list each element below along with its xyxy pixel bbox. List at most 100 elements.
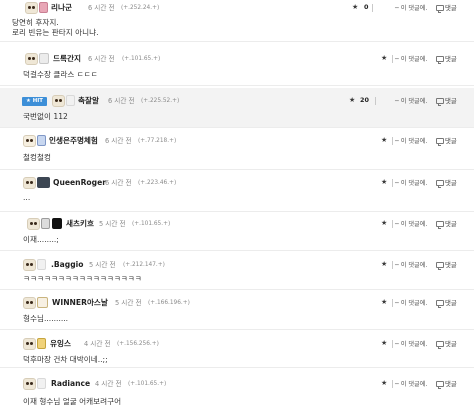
ip-address: (+.225.52.+) xyxy=(141,98,180,104)
reply-to-comment-link[interactable]: ─ 이 댓글에. xyxy=(395,55,427,64)
level-badge-icon xyxy=(37,259,46,270)
chat-icon[interactable] xyxy=(436,180,444,188)
reply-to-comment-link[interactable]: ─ 이 댓글에. xyxy=(395,179,427,188)
comment-header: 드록간지 6 시간 전 (+.101.65.+) ★ ─ 이 댓글에. 댓글 xyxy=(0,51,474,67)
chat-icon[interactable] xyxy=(436,138,444,146)
avatar[interactable] xyxy=(25,53,38,65)
reply-button[interactable]: 댓글 xyxy=(445,55,457,64)
chat-icon[interactable] xyxy=(436,381,444,389)
nickname[interactable]: WINNER아스날 xyxy=(52,298,108,308)
reply-to-comment-link[interactable]: ─ 이 댓글에. xyxy=(395,4,427,13)
reply-button[interactable]: 댓글 xyxy=(445,179,457,188)
ip-address: (+.156.256.+) xyxy=(117,341,159,347)
comment-header: .Baggio 5 시간 전 (+.212.147.+) ★ ─ 이 댓글에. … xyxy=(0,257,474,273)
chat-icon[interactable] xyxy=(436,56,444,64)
avatar[interactable] xyxy=(23,259,36,271)
ip-address: (+.101.65.+) xyxy=(122,56,161,62)
comment-item: WINNER아스날 5 시간 전 (+.166.196.+) ★ ─ 이 댓글에… xyxy=(0,292,474,330)
avatar[interactable] xyxy=(52,95,65,107)
nickname[interactable]: Radiance xyxy=(51,379,90,389)
timestamp: 4 시간 전 xyxy=(95,380,122,388)
separator xyxy=(392,380,393,388)
comment-item: Radiance 4 시간 전 (+.101.65.+) ★ ─ 이 댓글에. … xyxy=(0,372,474,415)
comment-list: 리나군 6 시간 전 (+.252.24.+) ★ 0 ─ 이 댓글에. 댓글 … xyxy=(0,0,474,415)
ip-address: (+.77.218.+) xyxy=(138,138,177,144)
reply-button[interactable]: 댓글 xyxy=(445,340,457,349)
comment-header: QueenRoger 6 시간 전 (+.223.46.+) ★ ─ 이 댓글에… xyxy=(0,175,474,191)
nickname[interactable]: 유잉스 xyxy=(50,339,71,349)
timestamp: 6 시간 전 xyxy=(88,4,115,12)
chat-icon[interactable] xyxy=(436,262,444,270)
recommend-star-icon[interactable]: ★ xyxy=(381,379,387,388)
level-badge-icon xyxy=(39,2,48,13)
nickname[interactable]: 리나군 xyxy=(51,3,72,13)
nickname[interactable]: 드록간지 xyxy=(53,54,81,64)
comment-header: WINNER아스날 5 시간 전 (+.166.196.+) ★ ─ 이 댓글에… xyxy=(0,295,474,311)
level-badge-icon xyxy=(37,297,48,308)
reply-button[interactable]: 댓글 xyxy=(445,261,457,270)
comment-header: ★ HIT 축잘알 6 시간 전 (+.225.52.+) ★ 20 ─ 이 댓… xyxy=(0,93,474,109)
avatar[interactable] xyxy=(23,297,36,309)
avatar[interactable] xyxy=(23,135,36,147)
comment-body: ... xyxy=(23,193,31,202)
chat-icon[interactable] xyxy=(436,5,444,13)
avatar[interactable] xyxy=(23,378,36,390)
recommend-star-icon[interactable]: ★ xyxy=(381,219,387,228)
avatar[interactable] xyxy=(23,338,36,350)
reply-button[interactable]: 댓글 xyxy=(445,220,457,229)
reply-to-comment-link[interactable]: ─ 이 댓글에. xyxy=(395,261,427,270)
reply-to-comment-link[interactable]: ─ 이 댓글에. xyxy=(395,340,427,349)
timestamp: 6 시간 전 xyxy=(88,55,115,63)
recommend-star-icon[interactable]: ★ xyxy=(381,136,387,145)
comment-text-line-2: 로리 빈유는 판타지 아니냐. xyxy=(12,28,99,37)
recommend-star-icon[interactable]: ★ xyxy=(381,339,387,348)
level-badge-icon xyxy=(66,95,75,106)
chat-icon[interactable] xyxy=(436,98,444,106)
nickname[interactable]: 인생은주명체험 xyxy=(49,136,98,146)
comment-body: 철컹철컹 xyxy=(23,153,51,162)
separator xyxy=(392,340,393,348)
separator xyxy=(392,299,393,307)
level-badge-icon xyxy=(37,177,50,188)
comment-body: 이재 형수님 얼굴 어캐보려구어 xyxy=(23,397,122,406)
chat-icon[interactable] xyxy=(436,221,444,229)
recommend-star-icon[interactable]: ★ xyxy=(381,298,387,307)
recommend-star-icon[interactable]: ★ xyxy=(381,54,387,63)
level-badge-icon xyxy=(41,218,50,229)
chat-icon[interactable] xyxy=(436,341,444,349)
comment-body: 형수님.......... xyxy=(23,314,69,323)
recommend-star-icon[interactable]: ★ xyxy=(381,260,387,269)
reply-to-comment-link[interactable]: ─ 이 댓글에. xyxy=(395,380,427,389)
avatar[interactable] xyxy=(23,177,36,189)
profile-image-icon xyxy=(52,218,62,229)
reply-to-comment-link[interactable]: ─ 이 댓글에. xyxy=(395,97,427,106)
nickname[interactable]: QueenRoger xyxy=(53,178,106,188)
reply-to-comment-link[interactable]: ─ 이 댓글에. xyxy=(395,137,427,146)
reply-button[interactable]: 댓글 xyxy=(445,380,457,389)
recommend-star-icon[interactable]: ★ xyxy=(381,178,387,187)
separator xyxy=(372,4,373,12)
reply-button[interactable]: 댓글 xyxy=(445,97,457,106)
nickname[interactable]: .Baggio xyxy=(51,260,84,270)
ip-address: (+.166.196.+) xyxy=(148,300,190,306)
reply-button[interactable]: 댓글 xyxy=(445,4,457,13)
comment-item: 인생은주명체험 6 시간 전 (+.77.218.+) ★ ─ 이 댓글에. 댓… xyxy=(0,129,474,170)
avatar[interactable] xyxy=(27,218,40,230)
nickname[interactable]: 축잘알 xyxy=(78,96,99,106)
comment-body: 덕후마장 건차 대박이네..;; xyxy=(23,355,108,364)
reply-to-comment-link[interactable]: ─ 이 댓글에. xyxy=(395,220,427,229)
level-badge-icon xyxy=(39,53,49,64)
reply-to-comment-link[interactable]: ─ 이 댓글에. xyxy=(395,299,427,308)
reply-button[interactable]: 댓글 xyxy=(445,299,457,308)
nickname[interactable]: 새츠키흐 xyxy=(66,219,94,229)
timestamp: 6 시간 전 xyxy=(105,137,132,145)
ip-address: (+.212.147.+) xyxy=(123,262,165,268)
avatar[interactable] xyxy=(25,2,38,14)
timestamp: 6 시간 전 xyxy=(108,97,135,105)
timestamp: 5 시간 전 xyxy=(115,299,142,307)
chat-icon[interactable] xyxy=(436,300,444,308)
recommend-star-icon[interactable]: ★ xyxy=(349,96,355,105)
recommend-star-icon[interactable]: ★ xyxy=(352,3,358,12)
reply-button[interactable]: 댓글 xyxy=(445,137,457,146)
separator xyxy=(392,261,393,269)
